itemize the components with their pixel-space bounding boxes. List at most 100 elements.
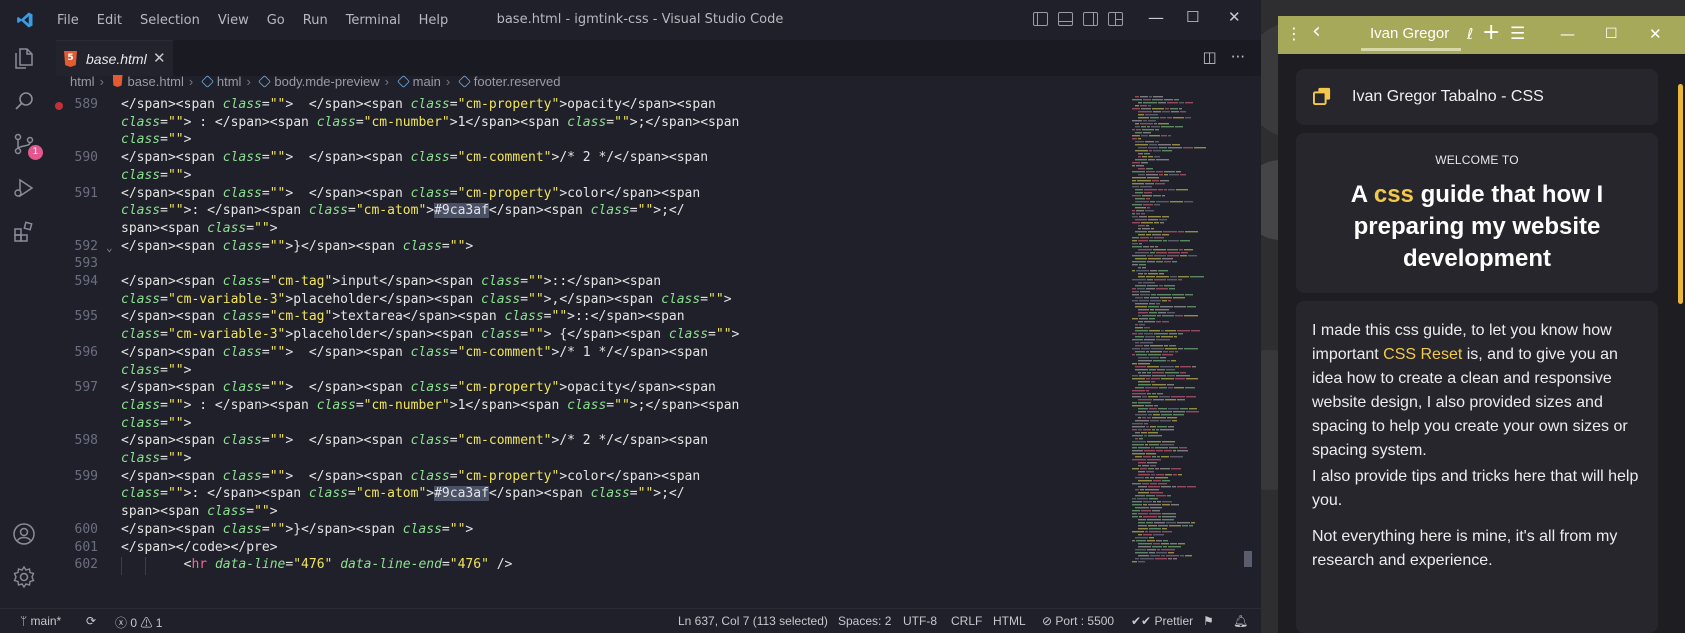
menu-help[interactable]: Help: [410, 12, 458, 29]
new-tab-icon[interactable]: +: [1482, 20, 1500, 45]
minimap-line: [1155, 447, 1168, 449]
feedback-icon[interactable]: ⚑: [1203, 614, 1214, 628]
indentation[interactable]: Spaces: 2: [838, 614, 891, 628]
extensions-icon[interactable]: [12, 220, 36, 244]
site-title[interactable]: Ivan Gregor Tabalno - CSS: [1352, 88, 1544, 106]
run-debug-icon[interactable]: [12, 176, 36, 200]
minimap-line: [1136, 210, 1144, 212]
menu-edit[interactable]: Edit: [88, 12, 131, 29]
minimap-line: [1149, 552, 1155, 554]
minimap-line: [1135, 297, 1143, 299]
notifications-bell-icon[interactable]: 🔔︎: [1233, 614, 1248, 628]
minimap-line: [1180, 366, 1191, 368]
minimap-line: [1146, 174, 1158, 176]
kebab-menu-icon[interactable]: ⋮: [1286, 24, 1302, 43]
cursor-position[interactable]: Ln 637, Col 7 (113 selected): [678, 614, 828, 628]
minimap-line: [1177, 450, 1188, 452]
code-token: class: [402, 238, 442, 254]
branch-name: main*: [30, 614, 62, 628]
minimap-line: [1158, 408, 1167, 410]
encoding[interactable]: UTF-8: [903, 614, 937, 628]
breadcrumb-item[interactable]: base.html: [128, 74, 184, 89]
breadcrumb-item[interactable]: html: [217, 74, 242, 89]
account-icon[interactable]: [12, 522, 36, 546]
minimap-line: [1144, 321, 1155, 323]
minimap-line: [1154, 123, 1157, 125]
close-button[interactable]: ✕: [1228, 8, 1241, 26]
breadcrumb-item[interactable]: footer.reserved: [474, 74, 561, 89]
minimize-icon[interactable]: —: [1560, 25, 1575, 43]
code-token: "": [449, 238, 466, 254]
branch-status[interactable]: ᛘ main*: [20, 614, 61, 628]
css-reset-link[interactable]: CSS Reset: [1383, 346, 1462, 363]
problems-status[interactable]: ⓧ 0 ⚠ 1: [115, 614, 162, 631]
editor-scrollbar[interactable]: [1240, 92, 1254, 608]
preview-scrollbar-thumb[interactable]: [1678, 84, 1683, 304]
menu-run[interactable]: Run: [294, 12, 337, 29]
fold-chevron-icon[interactable]: ⌄: [106, 241, 113, 254]
settings-gear-icon[interactable]: [12, 565, 36, 589]
breadcrumb-item[interactable]: main: [413, 74, 441, 89]
end-of-line[interactable]: CRLF: [951, 614, 982, 628]
scrollbar-thumb[interactable]: [1244, 551, 1252, 567]
prettier-status[interactable]: ✔✔ Prettier: [1131, 614, 1193, 628]
minimize-button[interactable]: —: [1148, 8, 1164, 27]
breadcrumb-item[interactable]: html: [70, 74, 95, 89]
tab-base-html[interactable]: 5 base.html ✕: [56, 40, 173, 76]
toggle-sidebar-icon[interactable]: [1033, 12, 1048, 26]
minimap-line: [1135, 198, 1145, 200]
breadcrumb-item[interactable]: body.mde-preview: [274, 74, 379, 89]
back-arrow-icon[interactable]: ‹: [1312, 19, 1321, 44]
menu-selection[interactable]: Selection: [131, 12, 209, 29]
minimap-line: [1160, 411, 1172, 413]
menu-terminal[interactable]: Terminal: [337, 12, 410, 29]
live-server-status[interactable]: ⊘ Port : 5500: [1042, 614, 1114, 628]
code-editor[interactable]: 589 </span><span class=""> </span><span c…: [48, 92, 1130, 608]
minimap-line: [1136, 270, 1149, 272]
minimap-line: [1138, 399, 1152, 401]
language-mode[interactable]: HTML: [993, 614, 1026, 628]
sync-icon[interactable]: ⟳: [86, 614, 96, 628]
search-icon[interactable]: [12, 89, 36, 113]
breakpoint-icon[interactable]: [55, 102, 63, 110]
maximize-icon[interactable]: ☐: [1605, 26, 1618, 42]
minimap-line: [1156, 429, 1159, 431]
minimap-line: [1141, 162, 1148, 164]
minimap-line: [1150, 237, 1153, 239]
minimap-line: [1142, 372, 1146, 374]
code-token: "": [269, 344, 286, 360]
minimap-line: [1164, 261, 1171, 263]
hamburger-menu-icon[interactable]: ☰: [1510, 24, 1525, 44]
minimap-line: [1132, 390, 1145, 392]
minimap-line: [1164, 189, 1167, 191]
code-token: "cm-number": [363, 114, 450, 130]
minimap-line: [1160, 117, 1166, 119]
menu-file[interactable]: File: [48, 12, 88, 29]
customize-layout-icon[interactable]: [1108, 12, 1123, 26]
minimap-line: [1146, 234, 1151, 236]
code-line: span><span class="">: [121, 221, 278, 236]
minimap-line: [1142, 156, 1147, 158]
hero-headline: A css guide that how I preparing my webs…: [1350, 181, 1604, 272]
menu-view[interactable]: View: [209, 12, 258, 29]
minimap-line: [1161, 414, 1172, 416]
minimap-line: [1156, 339, 1170, 341]
preview-tab-title[interactable]: Ivan Gregor: [1370, 25, 1449, 42]
code-token: "cm-variable-3": [167, 327, 286, 343]
more-actions-icon[interactable]: ···: [1231, 48, 1245, 66]
minimap-line: [1135, 141, 1144, 143]
code-token: "": [449, 521, 466, 537]
explorer-icon[interactable]: [12, 46, 36, 70]
close-tab-icon[interactable]: ✕: [153, 49, 166, 67]
minimap-line: [1132, 183, 1144, 185]
toggle-panel-icon[interactable]: [1058, 12, 1073, 26]
split-editor-icon[interactable]: ◫: [1203, 48, 1217, 66]
menu-go[interactable]: Go: [258, 12, 294, 29]
minimap-line: [1146, 198, 1150, 200]
maximize-button[interactable]: ☐: [1186, 8, 1199, 26]
close-icon[interactable]: ✕: [1649, 25, 1662, 43]
minimap-line: [1138, 522, 1145, 524]
code-token: "": [269, 150, 286, 166]
minimap[interactable]: [1130, 92, 1240, 608]
toggle-secondary-sidebar-icon[interactable]: [1083, 12, 1098, 26]
